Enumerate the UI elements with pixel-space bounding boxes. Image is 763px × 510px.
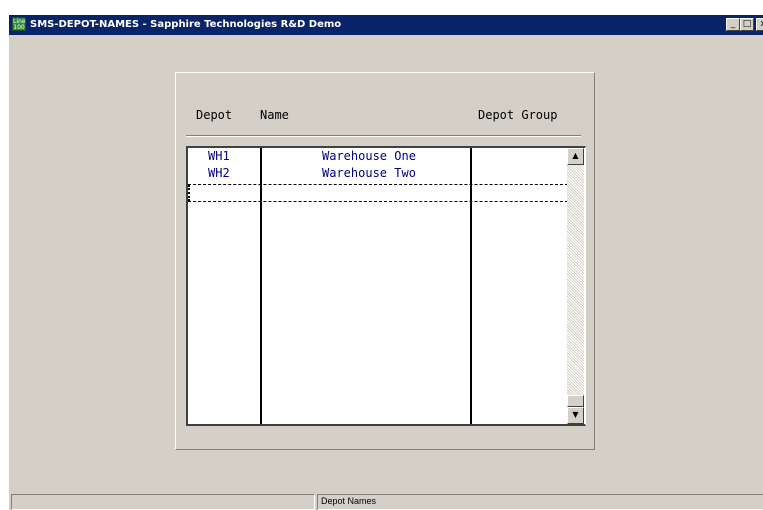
window-title: SMS-DEPOT-NAMES - Sapphire Technologies … [30, 19, 342, 30]
scroll-down-arrow-icon[interactable]: ▼ [567, 407, 584, 424]
close-button[interactable]: x [756, 18, 763, 31]
status-bar: Depot Names [9, 492, 763, 510]
depot-code-cell[interactable]: WH2 [208, 165, 230, 181]
status-pane-screen-name: Depot Names [317, 494, 763, 510]
column-header-depot: Depot [196, 108, 233, 122]
scroll-up-arrow-icon[interactable]: ▲ [567, 148, 584, 165]
vertical-scrollbar[interactable]: ▲ ▼ [567, 148, 584, 424]
minimize-button[interactable]: _ [726, 18, 740, 31]
column-header-name: Name [260, 108, 289, 122]
table-row[interactable]: WH1 Warehouse One [188, 148, 568, 165]
application-window: Line 100 SMS-DEPOT-NAMES - Sapphire Tech… [8, 14, 763, 510]
new-entry-row[interactable] [188, 184, 568, 202]
depot-grid[interactable]: WH1 Warehouse One WH2 Warehouse Two ▲ ▼ [186, 146, 586, 426]
maximize-button[interactable]: □ [740, 18, 754, 31]
title-bar[interactable]: Line 100 SMS-DEPOT-NAMES - Sapphire Tech… [9, 15, 763, 35]
column-header-depot-group: Depot Group [478, 108, 558, 122]
depot-code-cell[interactable]: WH1 [208, 148, 230, 164]
depot-name-cell[interactable]: Warehouse One [322, 148, 416, 164]
depot-names-panel: Depot Name Depot Group WH1 Warehouse One… [175, 72, 595, 450]
depot-name-cell[interactable]: Warehouse Two [322, 165, 416, 181]
scroll-thumb[interactable] [567, 395, 584, 407]
table-row[interactable]: WH2 Warehouse Two [188, 165, 568, 182]
header-divider [186, 135, 581, 137]
focus-cursor [188, 185, 191, 201]
status-pane-left [11, 494, 315, 510]
app-icon[interactable]: Line 100 [12, 17, 26, 31]
